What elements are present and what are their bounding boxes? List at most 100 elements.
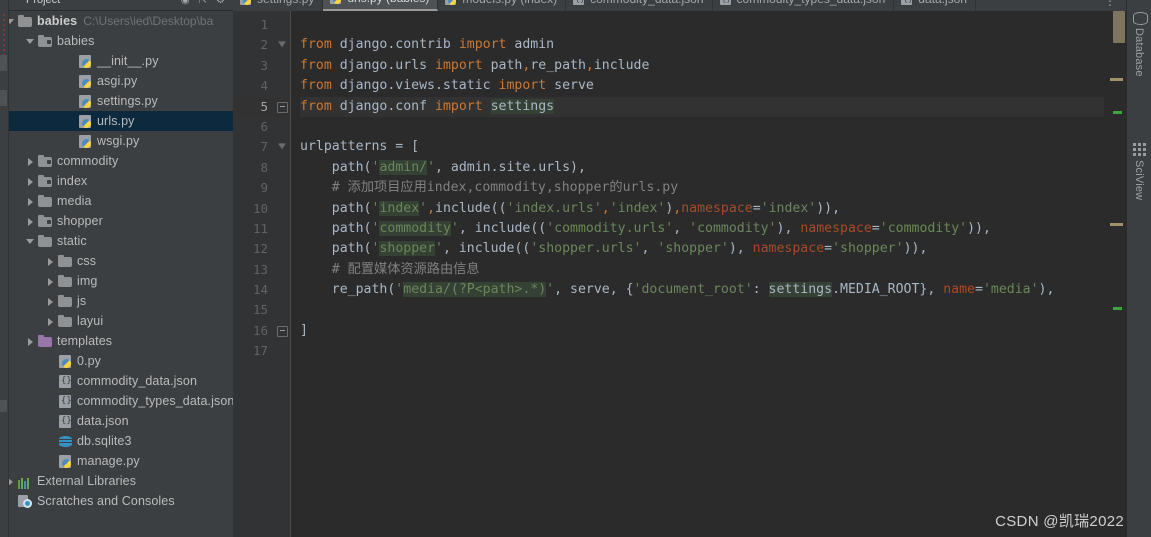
- tree-node-urls-py[interactable]: urls.py: [0, 111, 233, 131]
- tab-overflow-button[interactable]: ⋮: [1094, 0, 1126, 8]
- line-number[interactable]: 2: [233, 35, 290, 55]
- hide-icon[interactable]: ◉: [181, 0, 190, 6]
- tree-node-commodity-data-json[interactable]: commodity_data.json: [0, 371, 233, 391]
- tree-node-js[interactable]: js: [0, 291, 233, 311]
- tree-node-db-sqlite3[interactable]: db.sqlite3: [0, 431, 233, 451]
- tree-node-layui[interactable]: layui: [0, 311, 233, 331]
- line-number[interactable]: 15: [233, 300, 290, 320]
- tree-node-external-libraries[interactable]: External Libraries: [0, 471, 233, 491]
- line-number[interactable]: 17: [233, 341, 290, 361]
- marker-stripe-warning[interactable]: [1110, 78, 1123, 81]
- editor-scrollbar-thumb[interactable]: [1113, 11, 1125, 43]
- tree-node-asgi-py[interactable]: asgi.py: [0, 71, 233, 91]
- line-number-text: 11: [252, 220, 268, 236]
- tree-node-data-json[interactable]: data.json: [0, 411, 233, 431]
- tree-node-commodity[interactable]: commodity: [0, 151, 233, 171]
- chevron-down-icon[interactable]: [25, 36, 36, 47]
- chevron-right-icon[interactable]: [25, 196, 36, 207]
- chevron-right-icon[interactable]: [25, 336, 36, 347]
- tree-node-templates[interactable]: templates: [0, 331, 233, 351]
- editor-tab-bar[interactable]: settings.py urls.py (babies) models.py (in…: [233, 0, 1126, 11]
- line-number[interactable]: 16: [233, 321, 290, 341]
- tree-node-0-py[interactable]: 0.py: [0, 351, 233, 371]
- editor-tab-urls-py-babies-[interactable]: urls.py (babies): [323, 0, 439, 11]
- tree-node-label: index: [57, 174, 88, 188]
- line-number[interactable]: 13: [233, 260, 290, 280]
- line-number[interactable]: 3: [233, 56, 290, 76]
- tree-node-settings-py[interactable]: settings.py: [0, 91, 233, 111]
- tree-node-shopper[interactable]: shopper: [0, 211, 233, 231]
- code-fold-toggle-icon[interactable]: [277, 40, 287, 50]
- error-marker-gutter[interactable]: [1104, 11, 1126, 537]
- json-file-icon: [573, 0, 586, 6]
- chevron-right-icon[interactable]: [45, 296, 56, 307]
- folder-icon: [38, 234, 53, 249]
- tool-button-database[interactable]: Database: [1132, 6, 1148, 82]
- tree-node-babies[interactable]: babies: [0, 31, 233, 51]
- tree-node-img[interactable]: img: [0, 271, 233, 291]
- folder-module-icon: [38, 174, 53, 189]
- editor-tab-data-json[interactable]: data.json: [894, 0, 976, 11]
- line-number[interactable]: 1: [233, 15, 290, 35]
- external-libraries-icon: [18, 474, 33, 489]
- line-number-gutter[interactable]: 1 2 3 4 5 6 7 8 9 10 11 12 13 14 15 16 17: [233, 11, 290, 537]
- marker-stripe-vcs[interactable]: [1113, 307, 1122, 310]
- tree-node-index[interactable]: index: [0, 171, 233, 191]
- tree-node-label: commodity_data.json: [77, 374, 198, 388]
- chevron-down-icon[interactable]: [25, 236, 36, 247]
- line-number[interactable]: 8: [233, 158, 290, 178]
- tree-node-wsgi-py[interactable]: wsgi.py: [0, 131, 233, 151]
- code-line: ]: [300, 322, 308, 338]
- line-number[interactable]: 9: [233, 178, 290, 198]
- chevron-right-icon[interactable]: [45, 316, 56, 327]
- tree-node-label: layui: [77, 314, 104, 328]
- line-number[interactable]: 6: [233, 117, 290, 137]
- editor-tab-models-py-index-[interactable]: models.py (index): [438, 0, 567, 11]
- editor-tab-commodity-types-data-json[interactable]: commodity_types_data.json: [712, 0, 895, 11]
- tool-button-database-label: Database: [1133, 28, 1145, 77]
- code-fold-toggle-icon[interactable]: [277, 101, 288, 113]
- marker-stripe-vcs[interactable]: [1113, 111, 1122, 114]
- code-fold-toggle-icon[interactable]: [277, 325, 288, 337]
- tree-node--init-py[interactable]: __init__.py: [0, 51, 233, 71]
- editor-tab-settings-py[interactable]: settings.py: [233, 0, 324, 11]
- chevron-right-icon[interactable]: [45, 256, 56, 267]
- line-number-text: 8: [260, 159, 268, 175]
- settings-icon[interactable]: ⚙: [216, 0, 225, 6]
- code-line-current: from django.conf import settings: [300, 96, 1104, 117]
- tree-node-scratches-and-consoles[interactable]: Scratches and Consoles: [0, 491, 233, 511]
- chevron-right-icon[interactable]: [25, 216, 36, 227]
- tree-node-commodity-types-data-json[interactable]: commodity_types_data.json: [0, 391, 233, 411]
- tree-node-label: urls.py: [97, 114, 135, 128]
- chevron-right-icon[interactable]: [25, 156, 36, 167]
- python-file-icon: [78, 134, 93, 149]
- tree-node-babies[interactable]: babies C:\Users\ied\Desktop\ba: [0, 11, 233, 31]
- database-icon: [1132, 11, 1148, 25]
- project-tree[interactable]: babies C:\Users\ied\Desktop\ba babies __ini…: [0, 11, 233, 511]
- tool-button-sciview[interactable]: SciView: [1132, 138, 1146, 205]
- chevron-right-icon[interactable]: [45, 276, 56, 287]
- line-number[interactable]: 7: [233, 137, 290, 157]
- chevron-right-icon[interactable]: [25, 176, 36, 187]
- line-number[interactable]: 12: [233, 239, 290, 259]
- code-content[interactable]: from django.contrib import admin from dj…: [290, 11, 1104, 537]
- editor-tab-commodity-data-json[interactable]: commodity_data.json: [566, 0, 713, 11]
- line-number[interactable]: 10: [233, 199, 290, 219]
- tree-node-label: wsgi.py: [97, 134, 140, 148]
- line-number[interactable]: 11: [233, 219, 290, 239]
- line-number[interactable]: 4: [233, 76, 290, 96]
- code-fold-toggle-icon[interactable]: [277, 142, 287, 152]
- tree-node-css[interactable]: css: [0, 251, 233, 271]
- marker-stripe-warning[interactable]: [1110, 223, 1123, 226]
- tree-node-media[interactable]: media: [0, 191, 233, 211]
- tree-node-static[interactable]: static: [0, 231, 233, 251]
- collapse-all-icon[interactable]: ⇱: [199, 0, 207, 6]
- line-number[interactable]: 5: [233, 96, 290, 117]
- line-number[interactable]: 14: [233, 280, 290, 300]
- tree-node-manage-py[interactable]: manage.py: [0, 451, 233, 471]
